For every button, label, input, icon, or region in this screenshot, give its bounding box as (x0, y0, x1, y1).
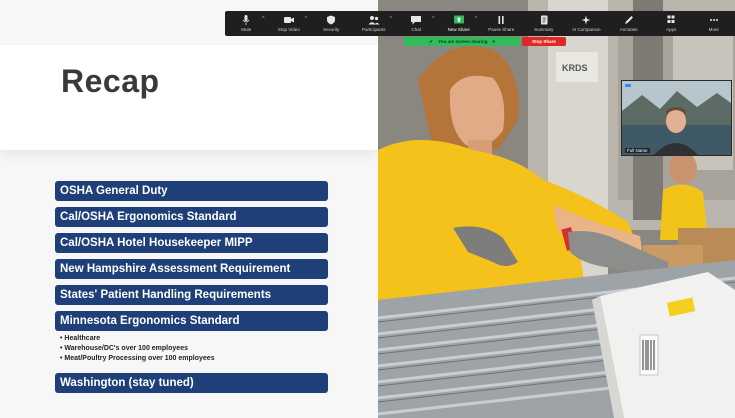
toolbar-chat-button[interactable]: Chat ^ (395, 11, 438, 36)
pen-icon (624, 16, 633, 24)
toolbar-annotate-label: Annotate (619, 27, 638, 32)
sub-item-healthcare: Healthcare (60, 334, 215, 344)
chevron-up-icon[interactable]: ^ (305, 16, 307, 22)
slide-title: Recap (61, 63, 160, 99)
chat-bubble-icon (411, 16, 422, 25)
toolbar-pause-share-button[interactable]: Pause Share (480, 11, 523, 36)
toolbar-summary-button[interactable]: Summary (523, 11, 566, 36)
toolbar-more-label: More (708, 27, 719, 32)
toolbar-chat-label: Chat (411, 27, 421, 32)
recap-item-new-hampshire: New Hampshire Assessment Requirement (55, 259, 328, 279)
toolbar-summary-label: Summary (534, 27, 554, 32)
svg-text:KRDS: KRDS (562, 63, 588, 73)
toolbar-ai-companion-button[interactable]: AI Companion (565, 11, 608, 36)
recap-item-osha-general-duty: OSHA General Duty (55, 181, 328, 201)
more-dots-icon (709, 19, 718, 21)
toolbar-pause-share-label: Pause Share (488, 27, 515, 32)
toolbar-security-label: Security (323, 27, 340, 32)
toolbar-new-share-button[interactable]: New Share ^ (438, 11, 481, 36)
meeting-toolbar: Mute ^ Stop Video ^ Security Participant… (225, 11, 735, 36)
self-view-options-icon[interactable] (625, 84, 631, 87)
recap-item-cal-osha-ergonomics: Cal/OSHA Ergonomics Standard (55, 207, 328, 227)
chevron-up-icon[interactable]: ^ (475, 16, 477, 22)
sharing-notice-text: You are screen sharing (438, 39, 488, 44)
toolbar-apps-label: Apps (666, 27, 677, 32)
chevron-down-icon[interactable]: ▾ (492, 37, 494, 46)
recap-item-washington: Washington (stay tuned) (55, 373, 328, 393)
recap-item-minnesota: Minnesota Ergonomics Standard (55, 311, 328, 331)
minnesota-sub-list: Healthcare Warehouse/DC's over 100 emplo… (60, 334, 215, 364)
warehouse-photo-drawing: KRDS (378, 0, 735, 418)
stop-share-button[interactable]: Stop Share (522, 37, 566, 46)
shield-icon (327, 15, 336, 25)
toolbar-apps-button[interactable]: Apps (650, 11, 693, 36)
toolbar-more-button[interactable]: More (693, 11, 735, 36)
chevron-up-icon[interactable]: ^ (432, 16, 434, 22)
toolbar-participants-label: Participants (361, 27, 386, 32)
toolbar-stop-video-button[interactable]: Stop Video ^ (268, 11, 311, 36)
screen-sharing-indicator[interactable]: ✔ You are screen sharing ▾ (404, 37, 520, 46)
slide-title-band (0, 45, 378, 150)
pause-icon (498, 16, 504, 24)
toolbar-mute-button[interactable]: Mute ^ (225, 11, 268, 36)
chevron-up-icon[interactable]: ^ (390, 16, 392, 22)
share-status-icon: ✔ (429, 39, 434, 44)
self-view-name: Full Name (625, 148, 650, 153)
warehouse-photo: KRDS (378, 0, 735, 418)
recap-item-cal-osha-hotel: Cal/OSHA Hotel Housekeeper MIPP (55, 233, 328, 253)
recap-item-patient-handling: States' Patient Handling Requirements (55, 285, 328, 305)
microphone-icon (242, 15, 250, 25)
toolbar-ai-companion-label: AI Companion (571, 27, 601, 32)
sub-item-warehouse: Warehouse/DC's over 100 employees (60, 344, 215, 354)
apps-icon (667, 15, 675, 23)
toolbar-new-share-label: New Share (447, 27, 470, 32)
toolbar-stop-video-label: Stop Video (277, 27, 300, 32)
sub-item-meat-poultry: Meat/Poultry Processing over 100 employe… (60, 354, 214, 364)
toolbar-security-button[interactable]: Security (310, 11, 353, 36)
self-view-video[interactable]: Full Name (621, 80, 732, 156)
toolbar-mute-label: Mute (241, 27, 252, 32)
participants-icon (368, 16, 380, 25)
sparkle-icon (581, 15, 591, 25)
video-camera-icon (283, 17, 294, 23)
slide-left-panel: Recap OSHA General Duty Cal/OSHA Ergonom… (0, 0, 378, 418)
toolbar-participants-button[interactable]: Participants ^ (353, 11, 396, 36)
self-view-scene (622, 81, 731, 155)
document-icon (540, 15, 548, 25)
chevron-up-icon[interactable]: ^ (262, 16, 264, 22)
share-screen-icon (453, 15, 464, 24)
toolbar-annotate-button[interactable]: Annotate (608, 11, 651, 36)
